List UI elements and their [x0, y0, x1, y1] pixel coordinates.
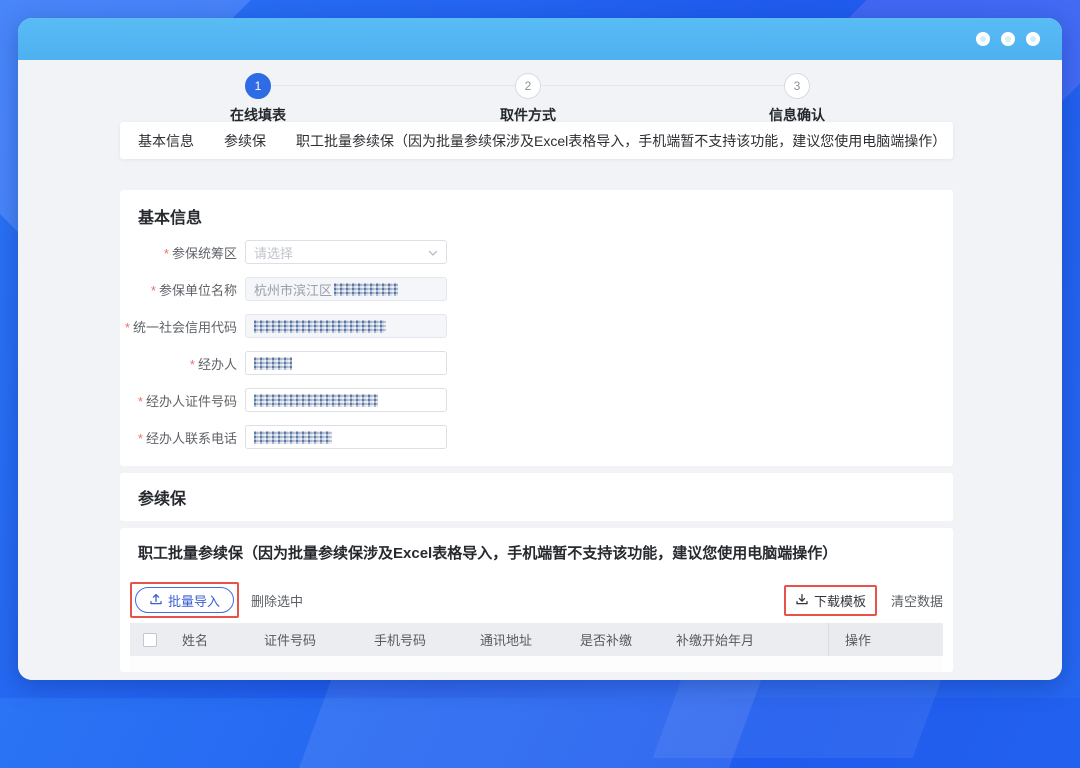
field-label: 经办人	[197, 356, 237, 372]
download-template-label: 下载模板	[813, 593, 866, 609]
agent-id-input[interactable]	[245, 388, 447, 412]
title-bar	[18, 18, 1062, 60]
redacted-value	[334, 282, 399, 296]
page-content: 1 在线填表 2 取件方式 3 信息确认 基本信息 参续保 职工批量参续保（因为…	[18, 60, 1062, 680]
required-asterisk: *	[150, 282, 156, 298]
field-label: 参保统筹区	[171, 245, 237, 261]
form-row-unit-name: * 参保单位名称 杭州市滨江区	[120, 277, 447, 301]
section-title: 职工批量参续保（因为批量参续保涉及Excel表格导入，手机端暂不支持该功能，建议…	[138, 545, 838, 562]
step-number: 1	[245, 73, 271, 99]
batch-renewal-section: 职工批量参续保（因为批量参续保涉及Excel表格导入，手机端暂不支持该功能，建议…	[120, 528, 953, 672]
batch-toolbar: 批量导入 删除选中 下载模板 清空数据	[130, 581, 943, 619]
field-value: 杭州市滨江区	[254, 282, 333, 298]
import-highlight-box: 批量导入	[130, 582, 240, 618]
field-label: 统一社会信用代码	[132, 319, 237, 335]
step-pickup-method[interactable]: 2 取件方式	[468, 60, 588, 125]
section-title: 参续保	[138, 491, 187, 508]
field-label: 经办人证件号码	[145, 393, 237, 409]
form-row-agent-id: * 经办人证件号码	[120, 388, 447, 412]
basic-info-form: * 参保统筹区 请选择 * 参保单位名称 杭州市滨江区 * 统一社会信用代码 *…	[120, 190, 953, 466]
column-header-id-number: 证件号码	[264, 633, 317, 648]
select-all-checkbox[interactable]	[143, 632, 157, 647]
window-dot-icon[interactable]	[1026, 32, 1040, 46]
download-icon	[795, 592, 809, 609]
form-row-credit-code: * 统一社会信用代码	[120, 314, 447, 338]
form-row-pooling-area: * 参保统筹区 请选择	[120, 240, 447, 264]
tab-basic-info[interactable]: 基本信息	[138, 131, 194, 151]
agent-name-input[interactable]	[245, 351, 447, 375]
renewal-section: 参续保	[120, 473, 953, 521]
required-asterisk: *	[189, 356, 195, 372]
step-number: 3	[784, 73, 810, 99]
required-asterisk: *	[137, 430, 143, 446]
redacted-value	[254, 319, 386, 333]
field-label: 参保单位名称	[158, 282, 237, 298]
table-header: 姓名 证件号码 手机号码 通讯地址 是否补缴 补缴开始年月 操作	[130, 623, 943, 656]
redacted-value	[254, 430, 332, 444]
select-placeholder: 请选择	[254, 245, 294, 261]
upload-icon	[149, 592, 163, 609]
step-info-confirm[interactable]: 3 信息确认	[737, 60, 857, 125]
column-header-supplement: 是否补缴	[580, 633, 633, 648]
credit-code-input	[245, 314, 447, 338]
app-window: 1 在线填表 2 取件方式 3 信息确认 基本信息 参续保 职工批量参续保（因为…	[18, 18, 1062, 680]
step-number: 2	[515, 73, 541, 99]
required-asterisk: *	[163, 245, 169, 261]
tab-renewal[interactable]: 参续保	[224, 131, 266, 151]
form-row-agent-phone: * 经办人联系电话	[120, 425, 447, 449]
stepper: 1 在线填表 2 取件方式 3 信息确认	[18, 60, 1062, 123]
batch-import-label: 批量导入	[168, 593, 221, 609]
basic-info-section: 基本信息 * 参保统筹区 请选择 * 参保单位名称 杭州市滨江区 * 统一社会信…	[120, 190, 953, 466]
column-header-start-month: 补缴开始年月	[676, 633, 755, 648]
window-dot-icon[interactable]	[1001, 32, 1015, 46]
window-dot-icon[interactable]	[976, 32, 990, 46]
section-nav-bar: 基本信息 参续保 职工批量参续保（因为批量参续保涉及Excel表格导入，手机端暂…	[120, 122, 953, 159]
delete-selected-button[interactable]: 删除选中	[251, 591, 303, 610]
unit-name-input: 杭州市滨江区	[245, 277, 447, 301]
agent-phone-input[interactable]	[245, 425, 447, 449]
required-asterisk: *	[124, 319, 130, 335]
download-template-button[interactable]: 下载模板	[783, 584, 877, 616]
column-header-name: 姓名	[182, 633, 209, 648]
pooling-area-select[interactable]: 请选择	[245, 240, 447, 264]
column-header-phone: 手机号码	[374, 633, 427, 648]
field-label: 经办人联系电话	[145, 430, 237, 446]
step-online-form[interactable]: 1 在线填表	[198, 60, 318, 125]
batch-import-button[interactable]: 批量导入	[135, 587, 235, 613]
chevron-down-icon	[427, 247, 439, 262]
redacted-value	[254, 356, 292, 370]
tab-batch-renewal[interactable]: 职工批量参续保（因为批量参续保涉及Excel表格导入，手机端暂不支持该功能，建议…	[296, 131, 946, 151]
column-header-actions: 操作	[828, 623, 943, 656]
redacted-value	[254, 393, 378, 407]
clear-data-button[interactable]: 清空数据	[891, 591, 943, 610]
form-row-agent-name: * 经办人	[120, 351, 447, 375]
required-asterisk: *	[137, 393, 143, 409]
column-header-address: 通讯地址	[480, 633, 533, 648]
table-body-empty	[130, 656, 943, 672]
